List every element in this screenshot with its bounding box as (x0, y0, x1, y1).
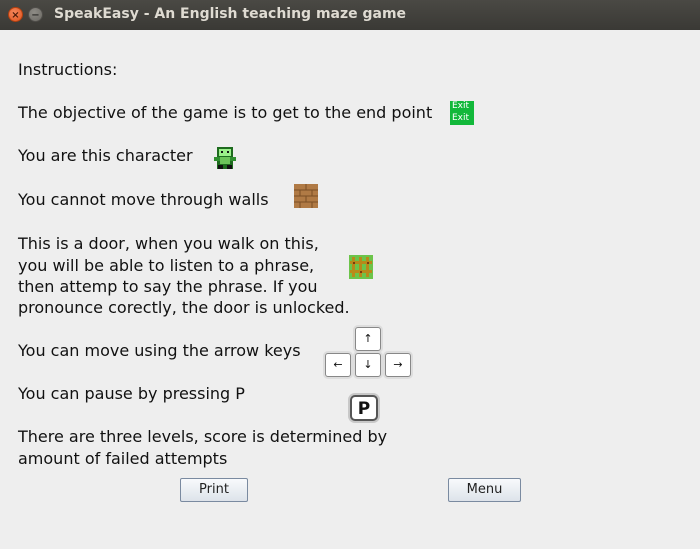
print-button[interactable]: Print (180, 478, 248, 502)
window-title: SpeakEasy - An English teaching maze gam… (54, 6, 407, 22)
door-line-1: This is a door, when you walk on this, (18, 234, 319, 253)
exit-tile-icon: Exit Exit (450, 101, 474, 125)
door-tile-icon (349, 255, 373, 279)
levels-line-1: There are three levels, score is determi… (18, 427, 388, 446)
left-arrow-key-icon: ← (325, 353, 351, 377)
up-arrow-key-icon: ↑ (355, 327, 381, 351)
menu-button[interactable]: Menu (448, 478, 521, 502)
arrows-text: You can move using the arrow keys (18, 341, 301, 360)
title-bar: × − SpeakEasy - An English teaching maze… (0, 0, 700, 30)
instructions-heading: Instructions: (18, 60, 118, 79)
exit-label-2: Exit (452, 113, 470, 123)
down-arrow-key-icon: ↓ (355, 353, 381, 377)
levels-line-2: amount of failed attempts (18, 449, 228, 468)
right-arrow-key-icon: → (385, 353, 411, 377)
exit-label-1: Exit (452, 101, 470, 111)
brick-wall-icon (294, 184, 318, 208)
door-line-2: you will be able to listen to a phrase, (18, 256, 315, 275)
walls-text: You cannot move through walls (18, 190, 269, 209)
player-character-icon (214, 147, 236, 169)
door-line-3: then attemp to say the phrase. If you (18, 277, 318, 296)
character-text: You are this character (18, 146, 193, 165)
minimize-window-button[interactable]: − (28, 7, 43, 22)
objective-text: The objective of the game is to get to t… (18, 103, 433, 122)
close-window-button[interactable]: × (8, 7, 23, 22)
p-key-icon: P (350, 395, 378, 421)
pause-text: You can pause by pressing P (18, 384, 245, 403)
door-line-4: pronounce corectly, the door is unlocked… (18, 298, 350, 317)
